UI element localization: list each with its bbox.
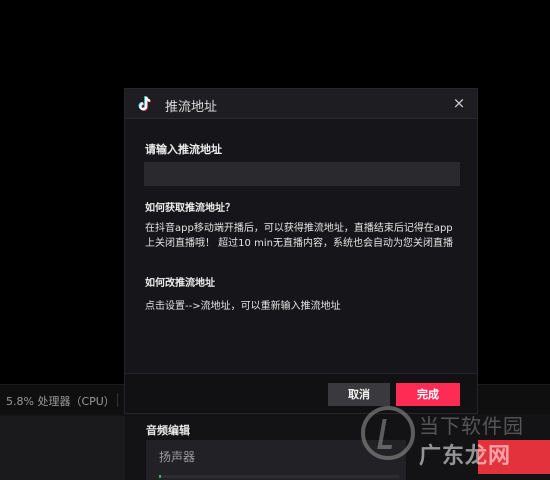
dialog-header: 推流地址 × — [125, 89, 477, 119]
faq-get-url-body: 在抖音app移动端开播后，可以获得推流地址，直播结束后记得在app上关闭直播哦！… — [145, 223, 453, 249]
stream-url-label: 请输入推流地址 — [145, 143, 222, 156]
speaker-label: 扬声器 — [159, 450, 196, 464]
speaker-volume-meter-fill — [159, 475, 162, 478]
left-panel — [0, 416, 125, 480]
stream-url-dialog: 推流地址 × 请输入推流地址 如何获取推流地址？ 在抖音app移动端开播后，可以… — [124, 88, 478, 414]
watermark-line2: 广东龙网 — [419, 444, 512, 469]
faq-get-url-title: 如何获取推流地址？ — [145, 203, 235, 214]
audio-section-title: 音频编辑 — [146, 424, 190, 437]
faq-change-url-title: 如何改推流地址 — [145, 278, 215, 289]
watermark-logo-icon — [361, 406, 415, 460]
cpu-usage-text: 5.8% 处理器（CPU） — [6, 395, 115, 408]
tiktok-logo-icon — [138, 96, 151, 111]
dialog-title: 推流地址 — [165, 100, 218, 115]
watermark: 当下软件园 广东龙网 — [355, 398, 550, 480]
faq-change-url-body: 点击设置-->流地址，可以重新输入推流地址 — [145, 301, 341, 312]
status-divider — [117, 393, 118, 407]
stream-url-input[interactable] — [144, 162, 460, 186]
close-icon[interactable]: × — [450, 94, 468, 112]
watermark-line1: 当下软件园 — [419, 414, 524, 438]
